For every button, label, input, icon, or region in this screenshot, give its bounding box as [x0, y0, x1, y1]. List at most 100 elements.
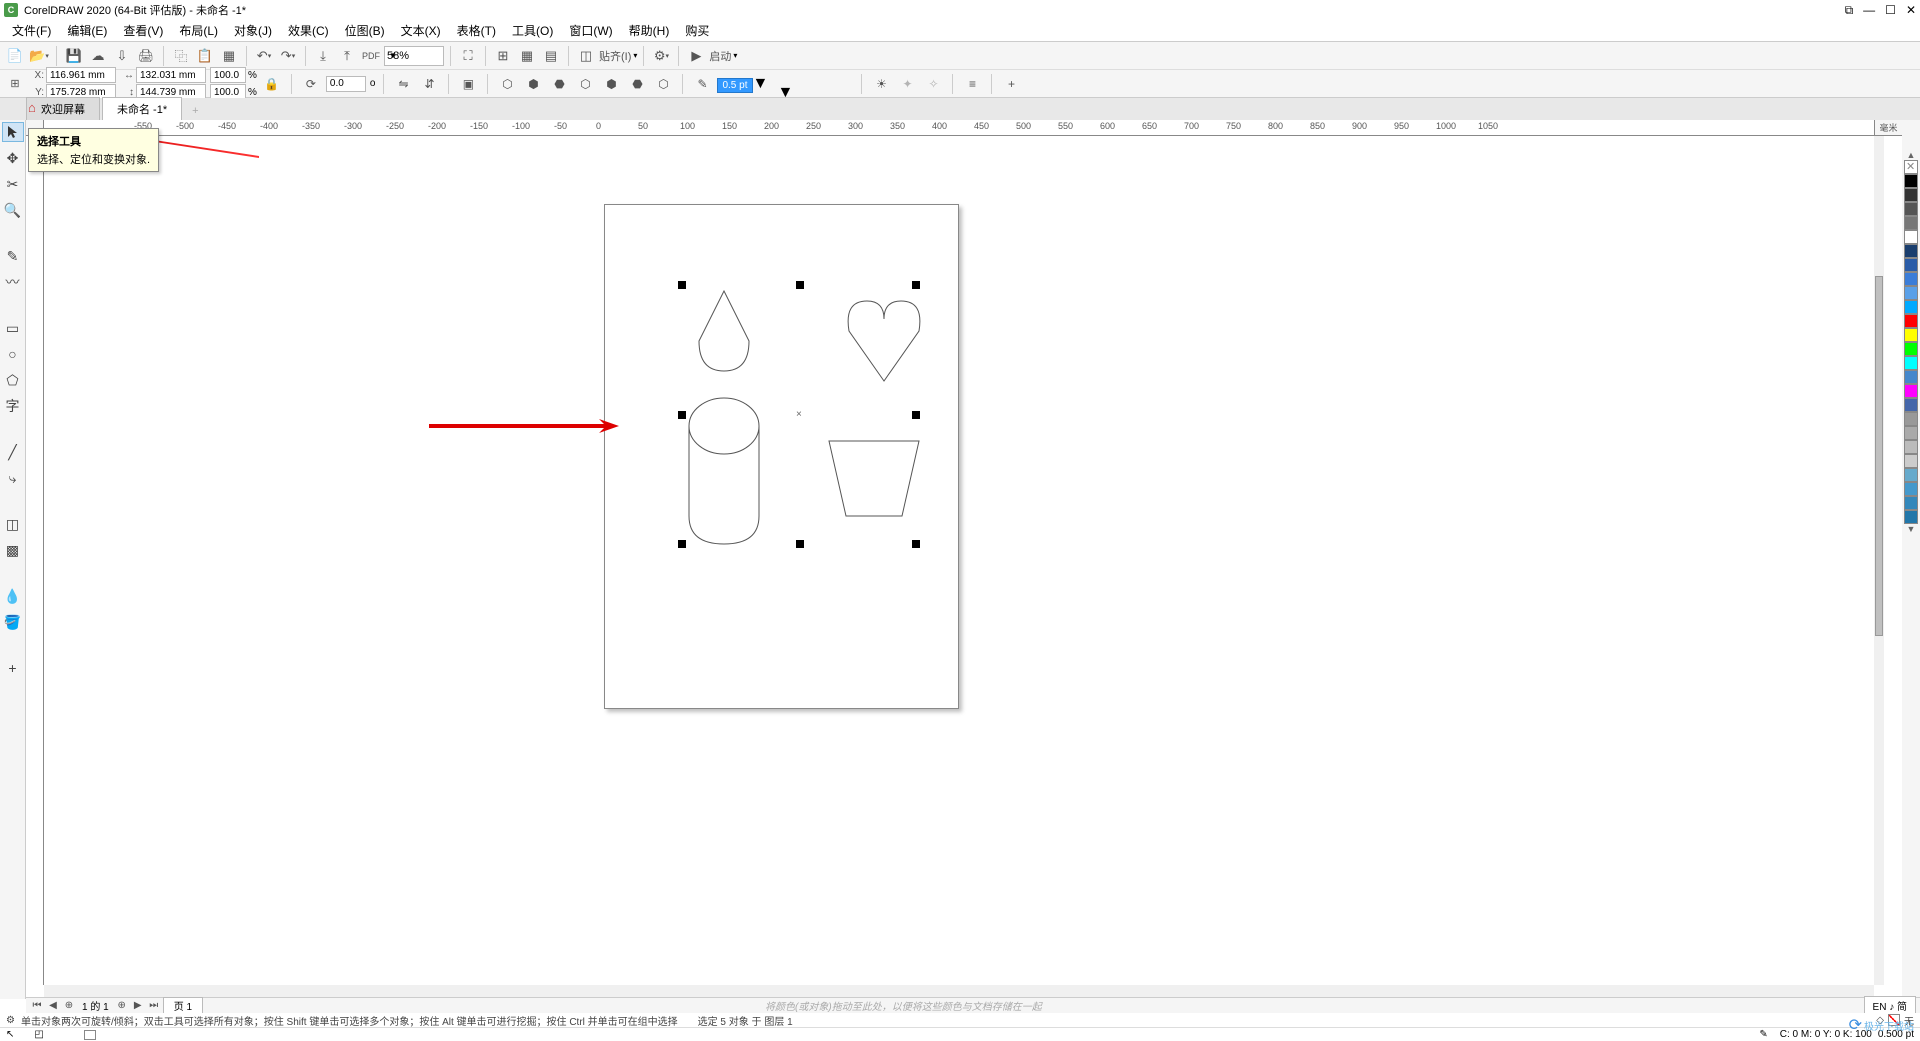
- teardrop-shape[interactable]: [684, 286, 764, 376]
- maximize-icon[interactable]: ☐: [1885, 3, 1896, 18]
- color-swatch[interactable]: [1904, 272, 1918, 286]
- rotation-input[interactable]: [326, 76, 366, 92]
- selection-handle-mr[interactable]: [912, 411, 920, 419]
- menu-window[interactable]: 窗口(W): [561, 22, 620, 39]
- snap-icon[interactable]: ◫: [575, 45, 597, 67]
- color-swatch[interactable]: [1904, 314, 1918, 328]
- zoom-tool[interactable]: 🔍: [2, 200, 24, 220]
- no-fill-swatch[interactable]: [1904, 160, 1918, 174]
- menu-object[interactable]: 对象(J): [226, 22, 280, 39]
- selection-handle-tl[interactable]: [678, 281, 686, 289]
- tab-document[interactable]: 未命名 -1*: [102, 97, 182, 120]
- transparency-tool[interactable]: ▩: [2, 540, 24, 560]
- menu-text[interactable]: 文本(X): [393, 22, 449, 39]
- add-icon[interactable]: +: [1000, 73, 1022, 95]
- selection-handle-br[interactable]: [912, 540, 920, 548]
- freehand-tool[interactable]: ✎: [2, 246, 24, 266]
- copy-icon[interactable]: ⿻: [170, 45, 192, 67]
- first-page-icon[interactable]: ⏮: [30, 1000, 44, 1011]
- menu-file[interactable]: 文件(F): [4, 22, 59, 39]
- cloud-up-icon[interactable]: ☁: [87, 45, 109, 67]
- x-position-input[interactable]: [46, 67, 116, 83]
- add-page-before-icon[interactable]: ⊕: [62, 1000, 76, 1011]
- import-icon[interactable]: ⤓: [312, 45, 334, 67]
- menu-help[interactable]: 帮助(H): [621, 22, 678, 39]
- launch-label[interactable]: 启动: [709, 48, 731, 64]
- shape-tool[interactable]: ✥: [2, 148, 24, 168]
- selection-handle-tr[interactable]: [912, 281, 920, 289]
- color-swatch[interactable]: [1904, 482, 1918, 496]
- redo-icon[interactable]: ↷▾: [277, 45, 299, 67]
- scale-x-input[interactable]: [210, 67, 246, 83]
- color-swatch[interactable]: [1904, 496, 1918, 510]
- restore-child-icon[interactable]: ⧉: [1845, 3, 1854, 18]
- cylinder-shape[interactable]: [684, 396, 764, 546]
- polygon-tool[interactable]: ⬠: [2, 370, 24, 390]
- drop-shadow-tool[interactable]: ◫: [2, 514, 24, 534]
- save-icon[interactable]: 💾: [63, 45, 85, 67]
- add-page-after-icon[interactable]: ⊕: [115, 1000, 129, 1011]
- guides-icon[interactable]: ▦: [516, 45, 538, 67]
- gear-icon[interactable]: ⚙: [6, 1015, 15, 1026]
- grid-icon[interactable]: ⊞: [492, 45, 514, 67]
- color-swatch[interactable]: [1904, 188, 1918, 202]
- options-icon[interactable]: ⚙▾: [650, 45, 672, 67]
- effects-icon[interactable]: ✦: [896, 73, 918, 95]
- horizontal-ruler[interactable]: -550-500-450-400-350-300-250-200-150-100…: [44, 120, 1874, 136]
- mirror-h-icon[interactable]: ⇋: [392, 73, 414, 95]
- mirror-v-icon[interactable]: ⇵: [418, 73, 440, 95]
- new-doc-icon[interactable]: 📄: [4, 45, 26, 67]
- palette-scroll-up[interactable]: ▲: [1907, 150, 1916, 160]
- color-swatch[interactable]: [1904, 286, 1918, 300]
- page-1-tab[interactable]: 页 1: [163, 997, 203, 1014]
- last-page-icon[interactable]: ⏭: [147, 1000, 161, 1011]
- add-tab-button[interactable]: +: [184, 102, 206, 120]
- menu-tools[interactable]: 工具(O): [504, 22, 561, 39]
- back-minus-front-icon[interactable]: ⬣: [626, 73, 648, 95]
- parallel-dim-tool[interactable]: ╱: [2, 442, 24, 462]
- scrollbar-thumb[interactable]: [1875, 276, 1883, 636]
- fill-tool[interactable]: 🪣: [2, 612, 24, 632]
- color-swatch[interactable]: [1904, 258, 1918, 272]
- menu-layout[interactable]: 布局(L): [171, 22, 226, 39]
- menu-table[interactable]: 表格(T): [449, 22, 504, 39]
- effects2-icon[interactable]: ✧: [922, 73, 944, 95]
- text-tool[interactable]: 字: [2, 396, 24, 416]
- selection-center[interactable]: ×: [796, 409, 802, 420]
- pdf-icon[interactable]: PDF: [360, 45, 382, 67]
- boundary-icon[interactable]: ⬡: [652, 73, 674, 95]
- outline-pen-icon[interactable]: ✎: [1759, 1029, 1767, 1040]
- menu-edit[interactable]: 编辑(E): [59, 22, 115, 39]
- color-swatch[interactable]: [1904, 384, 1918, 398]
- open-icon[interactable]: 📂▾: [28, 45, 50, 67]
- eyedropper-tool[interactable]: 💧: [2, 586, 24, 606]
- trim-icon[interactable]: ⬢: [522, 73, 544, 95]
- prev-page-icon[interactable]: ◀: [46, 1000, 60, 1011]
- lock-ratio-icon[interactable]: 🔒: [261, 73, 283, 95]
- color-swatch[interactable]: [1904, 440, 1918, 454]
- simplify-icon[interactable]: ⬡: [574, 73, 596, 95]
- menu-bitmap[interactable]: 位图(B): [337, 22, 393, 39]
- selection-handle-bl[interactable]: [678, 540, 686, 548]
- zoom-combo[interactable]: 58% ▼: [384, 46, 444, 66]
- color-swatch[interactable]: [1904, 412, 1918, 426]
- color-swatch[interactable]: [1904, 328, 1918, 342]
- artistic-media-tool[interactable]: 〰: [2, 272, 24, 292]
- undo-icon[interactable]: ↶▾: [253, 45, 275, 67]
- selection-handle-bc[interactable]: [796, 540, 804, 548]
- color-swatch[interactable]: [1904, 370, 1918, 384]
- minimize-icon[interactable]: —: [1863, 3, 1875, 18]
- front-minus-back-icon[interactable]: ⬢: [600, 73, 622, 95]
- color-swatch[interactable]: [1904, 216, 1918, 230]
- rectangle-tool[interactable]: ▭: [2, 318, 24, 338]
- ellipse-tool[interactable]: ○: [2, 344, 24, 364]
- dynamic-guides-icon[interactable]: ▤: [540, 45, 562, 67]
- snap-label[interactable]: 贴齐(I): [599, 48, 631, 64]
- dropdown-arrow-icon[interactable]: ▾: [733, 51, 737, 60]
- color-swatch[interactable]: [1904, 244, 1918, 258]
- paste-icon[interactable]: 📋: [194, 45, 216, 67]
- to-front-icon[interactable]: ▣: [457, 73, 479, 95]
- expand-toolbox[interactable]: +: [2, 658, 24, 678]
- fullscreen-icon[interactable]: ⛶: [457, 45, 479, 67]
- color-swatch[interactable]: [1904, 426, 1918, 440]
